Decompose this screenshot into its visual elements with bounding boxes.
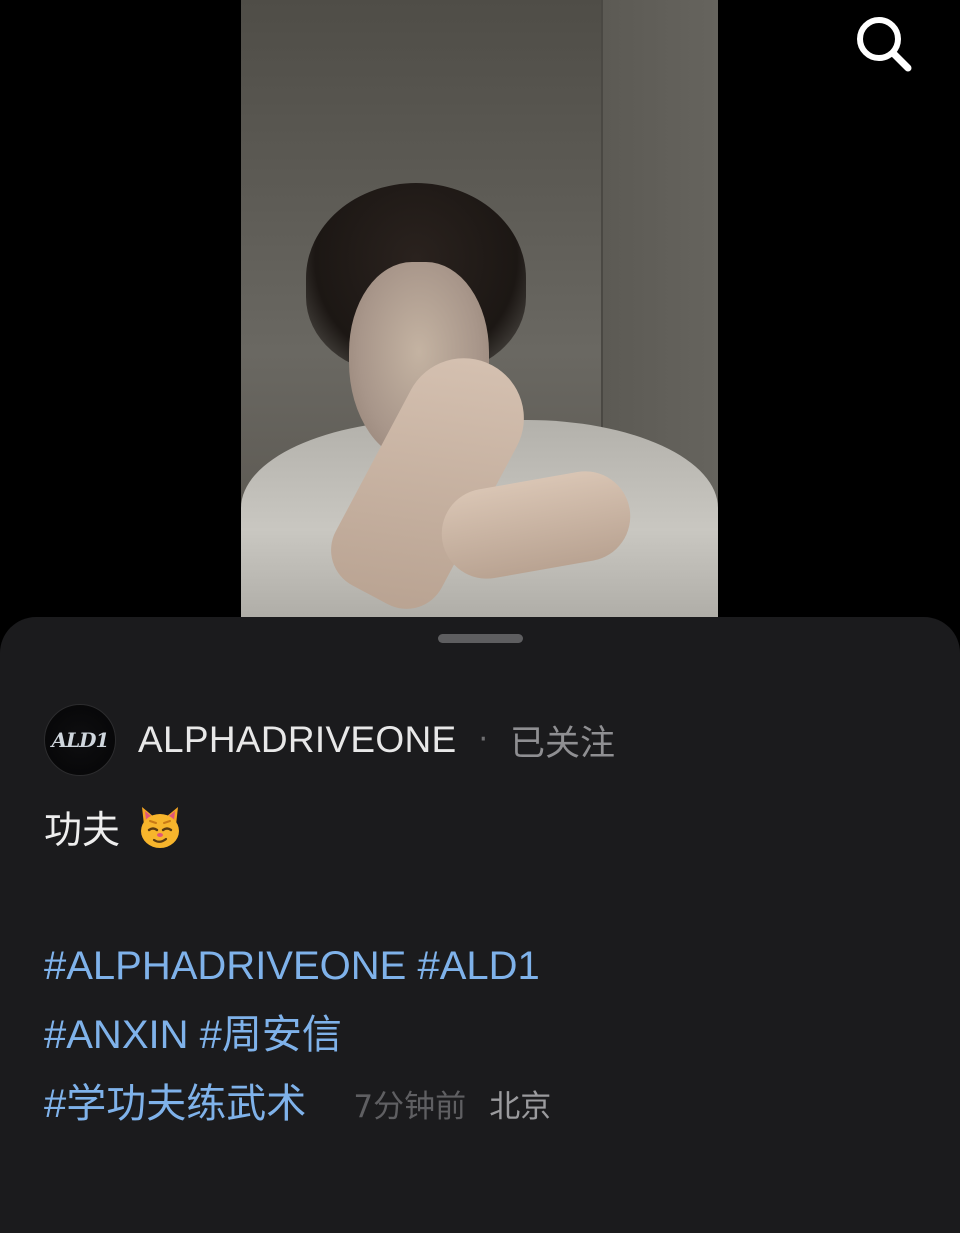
search-button[interactable] — [852, 12, 916, 76]
separator-dot: · — [478, 722, 489, 757]
hashtag-zhou-anxin[interactable]: #周安信 — [200, 1013, 342, 1057]
hashtag-anxin[interactable]: #ANXIN — [44, 1013, 189, 1057]
avatar-logo-text: ALD1 — [51, 728, 110, 752]
follow-status[interactable]: 已关注 — [510, 715, 615, 766]
hashtag-line-3: #学功夫练武术 7分钟前 北京 — [44, 1070, 551, 1142]
video-player[interactable] — [241, 0, 718, 640]
screen: ALD1 ALPHADRIVEONE · 已关注 功夫 #ALPHADRIVEO… — [0, 0, 960, 1233]
post-detail-sheet: ALD1 ALPHADRIVEONE · 已关注 功夫 #ALPHADRIVEO… — [0, 617, 960, 1233]
hashtag-alphadriveone[interactable]: #ALPHADRIVEONE — [44, 944, 406, 988]
post-time: 7分钟前 — [353, 1089, 467, 1125]
hashtag-kungfu[interactable]: #学功夫练武术 — [44, 1082, 306, 1126]
search-icon — [857, 17, 912, 72]
caption-text: 功夫 — [44, 808, 121, 852]
drag-handle[interactable] — [438, 634, 523, 643]
hashtag-block: #ALPHADRIVEONE #ALD1 #ANXIN #周安信 #学功夫练武术… — [44, 932, 551, 1142]
post-location: 北京 — [489, 1089, 552, 1125]
author-row: ALD1 ALPHADRIVEONE · 已关注 — [44, 704, 615, 776]
hashtag-line-2: #ANXIN #周安信 — [44, 1001, 551, 1070]
avatar[interactable]: ALD1 — [44, 704, 116, 776]
cat-emoji-icon — [141, 806, 180, 848]
post-caption: 功夫 — [44, 799, 184, 854]
hashtag-line-1: #ALPHADRIVEONE #ALD1 — [44, 932, 551, 1001]
hashtag-ald1[interactable]: #ALD1 — [417, 944, 539, 988]
author-name[interactable]: ALPHADRIVEONE — [138, 719, 457, 761]
